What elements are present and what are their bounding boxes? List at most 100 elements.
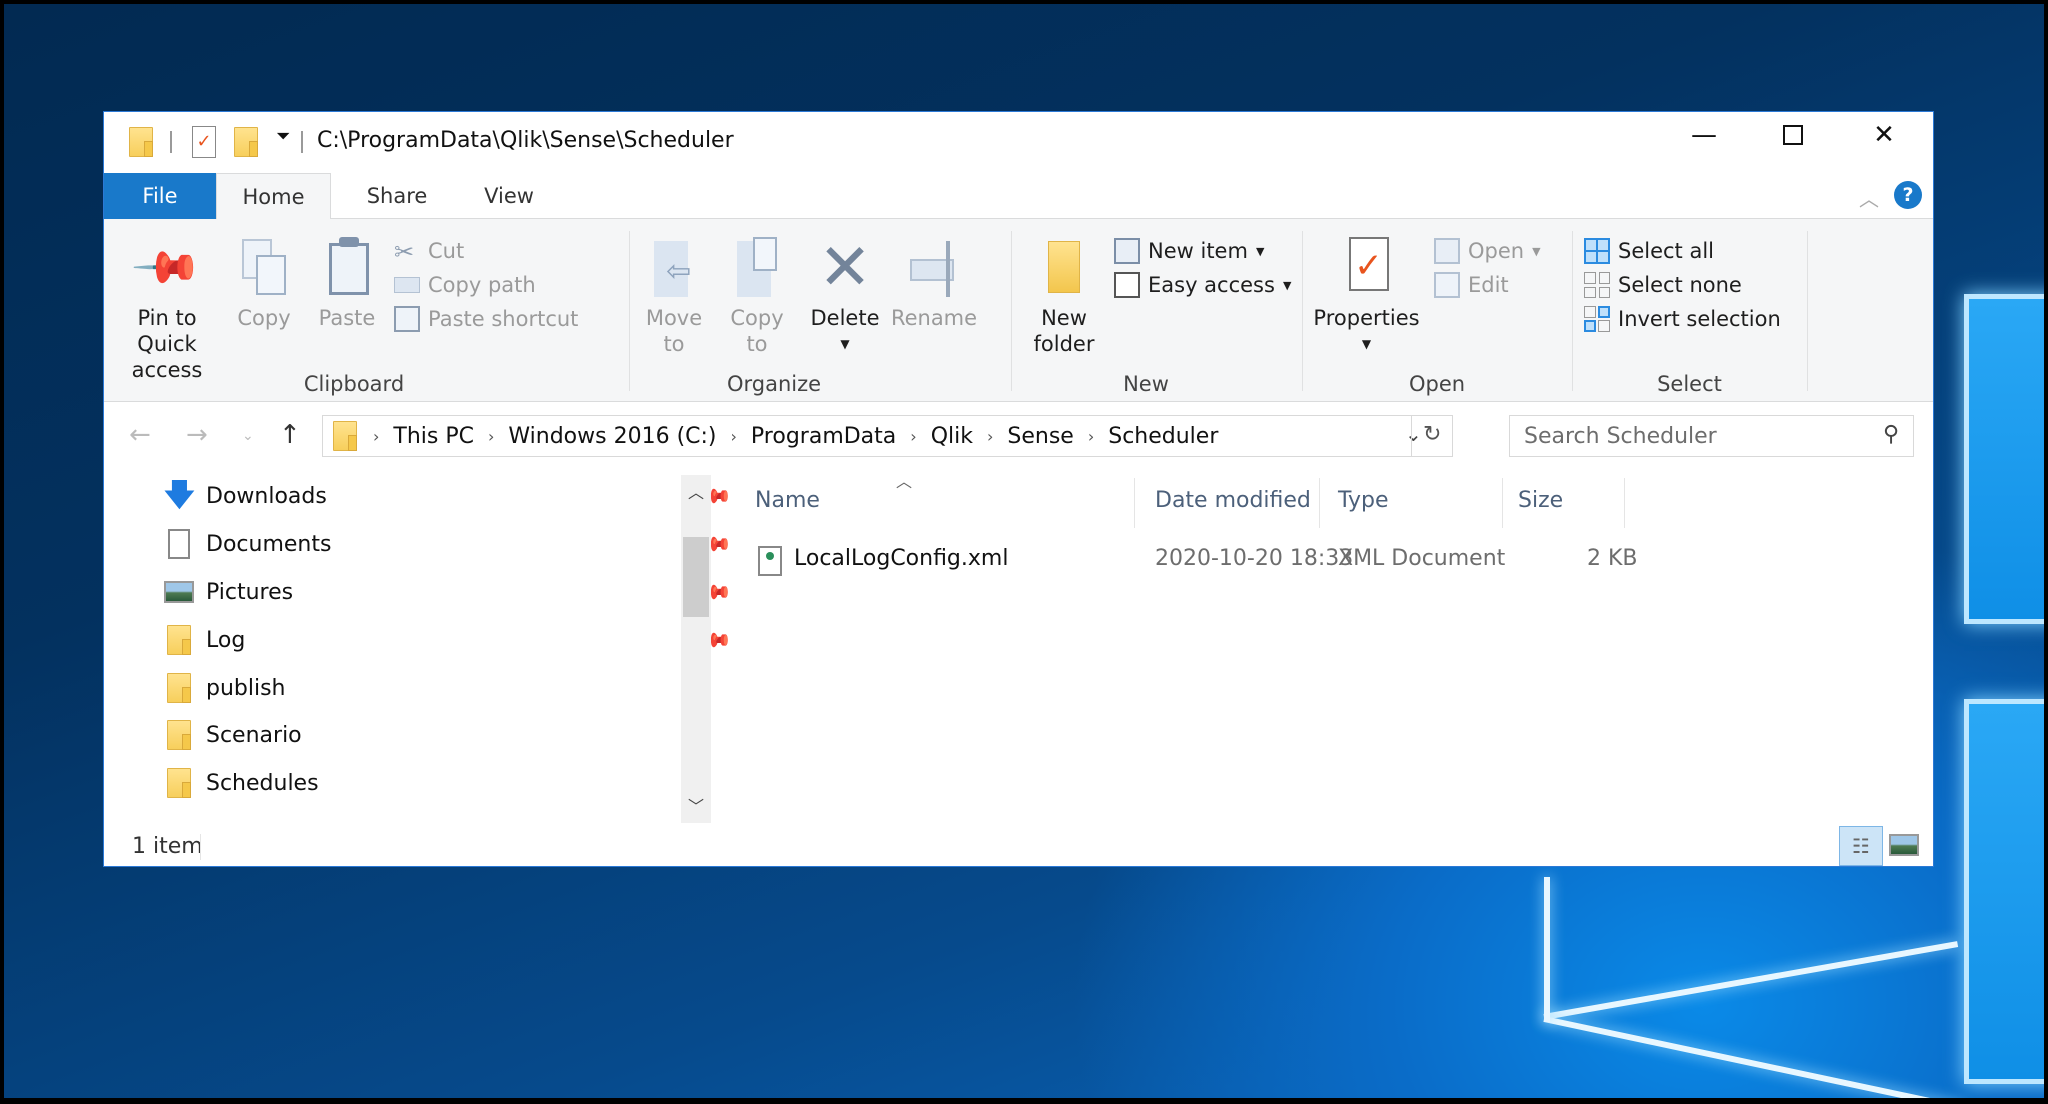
nav-item-schedules[interactable]: Schedules (164, 763, 724, 803)
nav-scrollbar[interactable]: ︿ ﹀ (681, 475, 711, 823)
customize-quick-access-icon[interactable]: ⏷ (276, 126, 290, 147)
column-divider[interactable] (1319, 478, 1320, 528)
refresh-divider (1411, 416, 1412, 456)
column-header-size[interactable]: Size (1518, 488, 1563, 513)
edit-button[interactable]: Edit (1434, 269, 1509, 301)
move-to-label-line1: Move (645, 306, 703, 330)
move-to-icon: ⇦ (646, 237, 702, 299)
column-divider[interactable] (1624, 478, 1625, 528)
copy-path-button[interactable]: Copy path (394, 269, 536, 301)
nav-item-log[interactable]: Log 📌 (164, 620, 734, 660)
chevron-right-icon[interactable]: › (731, 427, 737, 446)
scroll-up-icon[interactable]: ︿ (688, 479, 704, 503)
tab-home[interactable]: Home (216, 173, 331, 220)
maximize-button[interactable] (1758, 112, 1828, 158)
select-all-button[interactable]: Select all (1584, 235, 1714, 267)
properties-dropdown-icon[interactable]: ▼ (1309, 331, 1424, 357)
light-beam (1543, 941, 1959, 1020)
table-row[interactable]: LocalLogConfig.xml 2020-10-20 18:33 XML … (744, 538, 1638, 582)
copy-button[interactable]: Copy (229, 237, 299, 331)
file-list: ︿ Name Date modified Type Size LocalLogC… (724, 468, 1929, 826)
column-header-type[interactable]: Type (1338, 488, 1389, 513)
new-folder-button[interactable]: New folder (1024, 237, 1104, 357)
easy-access-label: Easy access (1148, 273, 1275, 297)
address-history-dropdown-icon[interactable]: ⌄ (1405, 422, 1422, 446)
help-icon[interactable]: ? (1894, 181, 1922, 209)
details-view-button[interactable]: ☷ (1839, 826, 1883, 866)
tab-view[interactable]: View (459, 173, 559, 219)
new-item-label: New item (1148, 239, 1248, 263)
new-item-button[interactable]: New item ▼ (1114, 235, 1264, 267)
delete-dropdown-icon[interactable]: ▼ (804, 331, 886, 357)
refresh-icon[interactable]: ↻ (1423, 422, 1441, 447)
delete-button[interactable]: ✕ Delete ▼ (804, 236, 886, 357)
window-title: C:\ProgramData\Qlik\Sense\Scheduler (317, 128, 734, 153)
search-icon[interactable]: ⚲ (1883, 422, 1899, 447)
move-to-label-line2: to (663, 332, 685, 356)
minimize-button[interactable]: — (1669, 112, 1739, 158)
scrollbar-thumb[interactable] (683, 537, 709, 617)
group-label-open: Open (1408, 372, 1466, 396)
nav-item-scenario[interactable]: Scenario (164, 715, 724, 755)
file-explorer-window: ✓ ⏷ C:\ProgramData\Qlik\Sense\Scheduler … (103, 111, 1934, 867)
new-item-icon (1114, 238, 1140, 264)
cut-button[interactable]: ✂ Cut (394, 235, 464, 267)
tab-file[interactable]: File (104, 173, 216, 219)
search-input[interactable]: Search Scheduler ⚲ (1509, 415, 1914, 457)
nav-item-pictures[interactable]: Pictures 📌 (164, 572, 734, 612)
chevron-right-icon[interactable]: › (987, 427, 993, 446)
nav-item-documents[interactable]: Documents 📌 (164, 524, 734, 564)
column-divider[interactable] (1502, 478, 1503, 528)
chevron-right-icon[interactable]: › (1088, 427, 1094, 446)
copy-path-label: Copy path (428, 273, 536, 297)
breadcrumb-this-pc[interactable]: This PC (393, 424, 474, 449)
nav-item-publish[interactable]: publish (164, 668, 724, 708)
move-to-button[interactable]: ⇦ Move to (639, 237, 709, 357)
breadcrumb-sense[interactable]: Sense (1007, 424, 1073, 449)
open-button[interactable]: Open ▼ (1434, 235, 1541, 267)
group-label-clipboard: Clipboard (303, 372, 405, 396)
up-arrow-icon[interactable]: ↑ (279, 420, 301, 450)
large-icons-view-button[interactable] (1889, 834, 1919, 856)
address-bar[interactable]: › This PC › Windows 2016 (C:) › ProgramD… (322, 415, 1453, 457)
collapse-ribbon-icon[interactable]: ︿ (1859, 183, 1879, 212)
paste-shortcut-button[interactable]: Paste shortcut (394, 303, 578, 335)
open-label: Open (1468, 239, 1525, 263)
back-arrow-icon[interactable]: ← (129, 420, 151, 450)
group-divider (629, 231, 630, 391)
breadcrumb-programdata[interactable]: ProgramData (751, 424, 896, 449)
column-divider[interactable] (1134, 478, 1135, 528)
pin-to-quick-access-button[interactable]: 📌 Pin to Quick access (112, 230, 222, 383)
scroll-down-icon[interactable]: ﹀ (688, 793, 704, 817)
paste-button[interactable]: Paste (312, 237, 382, 331)
close-button[interactable]: ✕ (1849, 112, 1919, 158)
forward-arrow-icon[interactable]: → (186, 420, 208, 450)
tab-share[interactable]: Share (342, 173, 452, 219)
breadcrumb-scheduler[interactable]: Scheduler (1108, 424, 1218, 449)
select-none-button[interactable]: Select none (1584, 269, 1742, 301)
rename-label: Rename (890, 306, 978, 330)
nav-item-downloads[interactable]: 🡇 Downloads 📌 (164, 476, 734, 516)
column-header-date-modified[interactable]: Date modified (1155, 488, 1311, 513)
breadcrumb-drive[interactable]: Windows 2016 (C:) (508, 424, 716, 449)
invert-selection-button[interactable]: Invert selection (1584, 303, 1781, 335)
chevron-right-icon: › (373, 426, 380, 446)
pictures-icon (164, 581, 194, 603)
chevron-right-icon[interactable]: › (488, 427, 494, 446)
chevron-right-icon[interactable]: › (910, 427, 916, 446)
paste-label: Paste (318, 306, 376, 330)
new-folder-quick-icon[interactable] (234, 127, 258, 157)
maximize-icon (1783, 125, 1803, 145)
easy-access-dropdown-icon: ▼ (1282, 278, 1292, 292)
easy-access-button[interactable]: Easy access ▼ (1114, 269, 1291, 301)
breadcrumb-qlik[interactable]: Qlik (931, 424, 973, 449)
recent-locations-icon[interactable]: ⌄ (242, 428, 254, 444)
nav-item-label: Documents (206, 531, 332, 557)
rename-button[interactable]: Rename (889, 237, 979, 331)
properties-quick-icon[interactable]: ✓ (192, 126, 216, 158)
column-header-name[interactable]: Name (755, 488, 820, 513)
properties-button[interactable]: ✓ Properties ▼ (1309, 237, 1424, 357)
copy-path-icon (394, 277, 420, 293)
copy-to-label-line1: Copy (730, 306, 784, 330)
copy-to-button[interactable]: Copy to (722, 237, 792, 357)
